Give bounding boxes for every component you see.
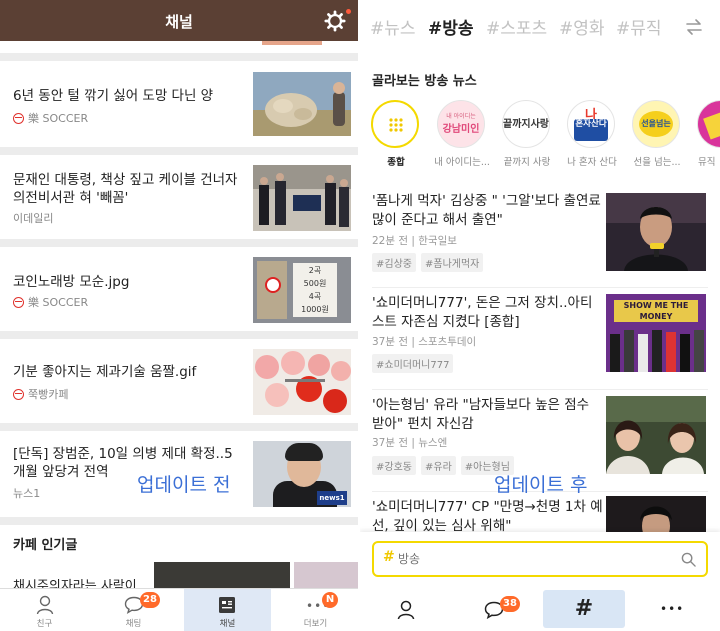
list-item[interactable]: '폼나게 먹자' 김상중 " '그알'보다 출연료 많이 준다고 해서 출연" … (360, 186, 720, 286)
sheep-thumbnail (253, 72, 351, 136)
nav-chats[interactable]: 28 채팅 (89, 589, 178, 631)
category-tabs: #뉴스 #방송 #스포츠 #영화 #뮤직 (360, 0, 720, 54)
jang-beomjun-thumbnail: news1 (253, 441, 351, 507)
bottom-nav-before: 친구 28 채팅 채널 ••• N 더보기 (0, 588, 358, 631)
tag-list: #강호동 #유라 #아는형님 (372, 456, 514, 475)
nav-friends[interactable] (365, 590, 447, 628)
tab-music[interactable]: #뮤직 (616, 14, 662, 39)
search-input[interactable] (398, 549, 668, 569)
chat-count-badge: 38 (500, 596, 520, 612)
nav-friends[interactable]: 친구 (0, 589, 89, 631)
price-sign: 2곡 500원 4곡 1000원 (293, 263, 337, 317)
news-title: 코인노래방 모순.jpg (13, 274, 130, 290)
list-item[interactable]: 6년 동안 털 깎기 싫어 도망 다닌 양 樂 SOCCER (0, 61, 358, 147)
cafe-thumbnail[interactable] (154, 562, 290, 590)
blocked-icon (13, 112, 24, 124)
channel-icon (219, 597, 235, 613)
kim-sangjoong-thumbnail (606, 193, 706, 271)
gear-icon[interactable] (324, 10, 346, 32)
before-update-label: 업데이트 전 (137, 474, 231, 496)
list-item[interactable]: 코인노래방 모순.jpg 樂 SOCCER 2곡 500원 4곡 1000원 (0, 247, 358, 331)
grid-dots-icon (389, 118, 403, 132)
news-source: 樂 SOCCER (13, 294, 88, 310)
news-title: 문재인 대통령, 책상 짚고 케이블 건너자 의전비서관 혀 '빼꼼' (13, 172, 238, 206)
news-meta: 37분 전 | 스포츠투데이 (372, 336, 477, 348)
news1-logo: news1 (317, 491, 347, 505)
nav-more[interactable]: ••• (632, 590, 714, 628)
news-title: '폼나게 먹자' 김상중 " '그알'보다 출연료 많이 준다고 해서 출연" (372, 193, 601, 228)
list-item[interactable]: 문재인 대통령, 책상 짚고 케이블 건너자 의전비서관 혀 '빼꼼' 이데일리 (0, 155, 358, 239)
hash-icon: # (574, 596, 594, 621)
page-title: 채널 (165, 13, 193, 31)
news-title: 6년 동안 털 깎기 싫어 도망 다닌 양 (13, 88, 214, 104)
chat-count-badge: 28 (140, 592, 160, 608)
tag-list: #쇼미더머니777 (372, 354, 454, 373)
nav-hashtag[interactable]: # (543, 590, 625, 628)
pastry-thumbnail (253, 349, 351, 415)
channel-header: 채널 (0, 0, 358, 41)
tab-news[interactable]: #뉴스 (370, 14, 416, 39)
tag[interactable]: #쇼미더머니777 (372, 354, 454, 373)
person-icon (36, 595, 54, 615)
news-title: '아는형님' 유라 "남자들보다 높은 점수 받아" 펀치 자신감 (372, 397, 590, 432)
tab-sports[interactable]: #스포츠 (486, 14, 547, 39)
notification-dot (346, 9, 351, 14)
news-source: 이데일리 (13, 212, 54, 225)
after-update-label: 업데이트 후 (494, 474, 588, 496)
thumbnail-edge (262, 41, 322, 45)
no-sign-icon (265, 277, 281, 293)
president-thumbnail (253, 165, 351, 231)
news-source: 쭉빵카페 (13, 386, 68, 402)
swap-arrows-icon[interactable] (684, 17, 704, 37)
nav-more[interactable]: ••• N 더보기 (271, 589, 358, 631)
left-screen-before: 채널 6년 동안 털 깎기 싫어 도망 다닌 양 樂 SOCCER 문재인 대통… (0, 0, 358, 631)
tab-broadcast[interactable]: #방송 (428, 14, 474, 39)
tag[interactable]: #유라 (420, 456, 456, 475)
nav-chats[interactable]: 38 (454, 590, 536, 628)
news-meta: 37분 전 | 뉴스엔 (372, 437, 448, 449)
nav-channel[interactable]: 채널 (184, 589, 271, 631)
list-item[interactable]: '쇼미더머니777', 돈은 그저 장치..아티스트 자존심 지켰다 [종합] … (360, 288, 720, 388)
news-source: 樂 SOCCER (13, 110, 88, 126)
list-item[interactable]: 기분 좋아지는 제과기술 움짤.gif 쭉빵카페 (0, 339, 358, 423)
tab-movie[interactable]: #영화 (559, 14, 605, 39)
coin-karaoke-thumbnail: 2곡 500원 4곡 1000원 (253, 257, 351, 323)
new-badge: N (322, 592, 338, 608)
show-logo: SHOW ME THE MONEY (614, 300, 698, 322)
tag[interactable]: #김상중 (372, 253, 416, 272)
section-title: 골라보는 방송 뉴스 (372, 74, 477, 89)
hash-icon: # (383, 549, 395, 565)
person-icon (397, 600, 415, 620)
knowing-bros-thumbnail (606, 396, 706, 474)
news-title: '쇼미더머니777' CP "만명→천명 1차 예선, 깊이 있는 심사 위해" (372, 499, 603, 534)
tag[interactable]: #폼나게먹자 (420, 253, 484, 272)
more-icon: ••• (660, 602, 685, 616)
tag[interactable]: #강호동 (372, 456, 416, 475)
list-item[interactable]: '쇼미더머니777' CP "만명→천명 1차 예선, 깊이 있는 심사 위해" (360, 492, 720, 534)
search-icon[interactable] (681, 552, 696, 567)
bottom-nav-after: 38 # ••• (360, 588, 720, 631)
news-title: 기분 좋아지는 제과기술 움짤.gif (13, 364, 197, 380)
blocked-icon (13, 388, 24, 400)
cafe-thumbnail[interactable] (294, 562, 358, 590)
search-bar-area: # (360, 532, 720, 588)
news-meta: 22분 전 | 한국일보 (372, 235, 457, 247)
tag-list: #김상중 #폼나게먹자 (372, 253, 484, 272)
blocked-icon (13, 296, 24, 308)
news-title: '쇼미더머니777', 돈은 그저 장치..아티스트 자존심 지켰다 [종합] (372, 295, 593, 330)
show-me-the-money-cp-thumbnail (606, 496, 706, 532)
list-item (0, 41, 358, 53)
cafe-section-title: 카페 인기글 (13, 538, 78, 553)
news-source: 뉴스1 (13, 487, 41, 500)
right-screen-after: #뉴스 #방송 #스포츠 #영화 #뮤직 골라보는 방송 뉴스 종합 내 아이디… (360, 0, 720, 631)
show-me-the-money-thumbnail: SHOW ME THE MONEY (606, 294, 706, 372)
search-box[interactable]: # (372, 541, 708, 577)
